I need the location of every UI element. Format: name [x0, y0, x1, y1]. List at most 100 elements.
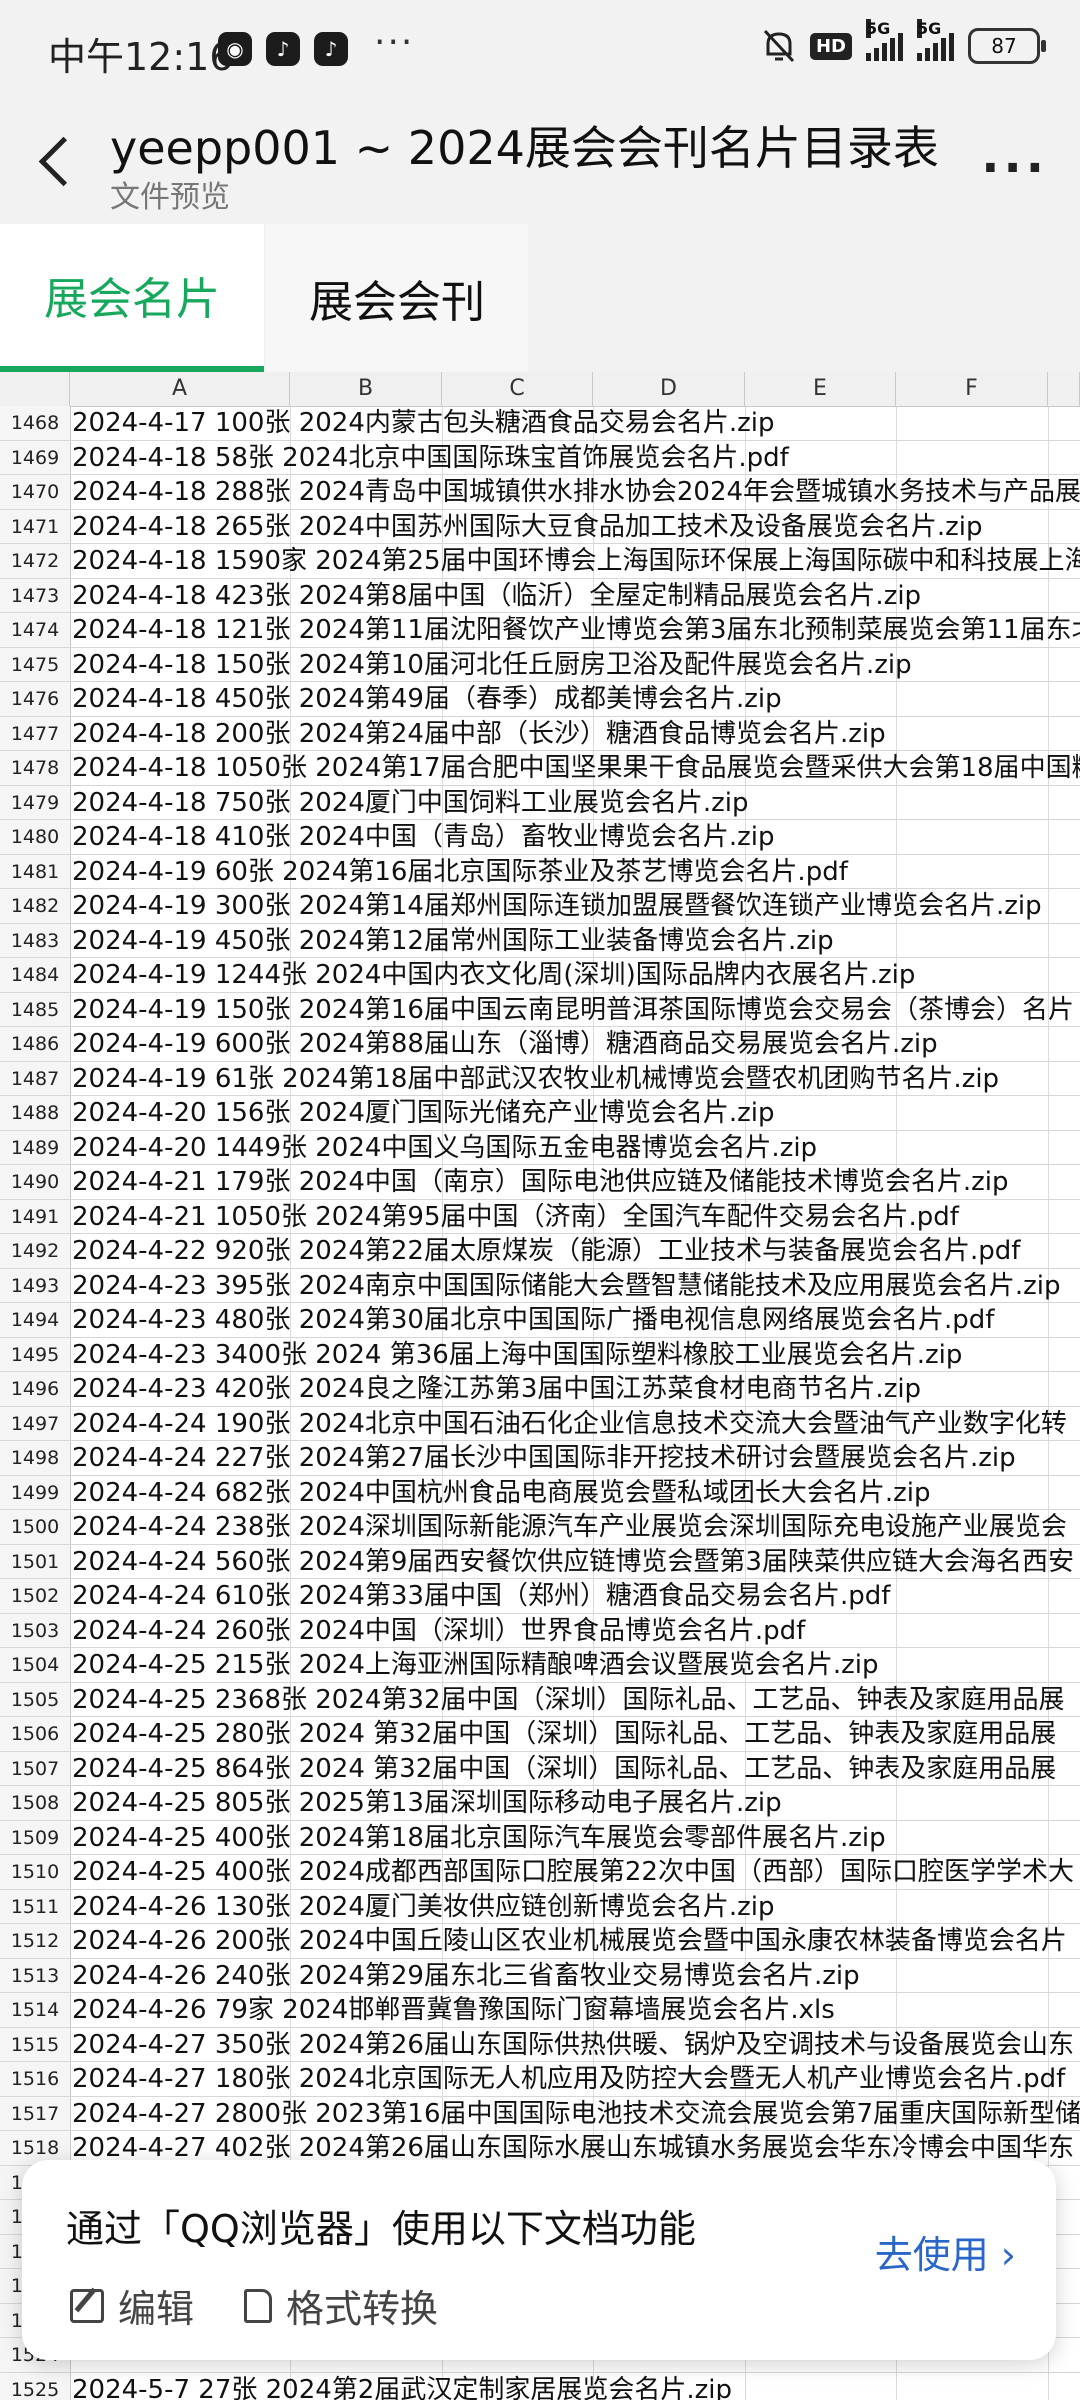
table-row[interactable]: 1481 2024-4-19 60张 2024第16届北京国际茶业及茶艺博览会名片…	[0, 854, 1080, 889]
cell-a[interactable]: 2024-4-19 1244张 2024中国内衣文化周(深圳)国际品牌内衣展名片…	[72, 958, 915, 992]
row-number[interactable]: 1500	[0, 1510, 71, 1544]
row-number[interactable]: 1494	[0, 1303, 71, 1337]
table-row[interactable]: 1497 2024-4-24 190张 2024北京中国石油石化企业信息技术交流大…	[0, 1406, 1080, 1441]
row-number[interactable]: 1481	[0, 854, 71, 888]
row-number[interactable]: 1510	[0, 1855, 71, 1889]
table-row[interactable]: 1525 2024-5-7 27张 2024第2届武汉定制家居展览会名片.zip	[0, 2372, 1080, 2400]
row-number[interactable]: 1525	[0, 2372, 71, 2400]
table-row[interactable]: 1483 2024-4-19 450张 2024第12届常州国际工业装备博览会名片…	[0, 923, 1080, 958]
row-number[interactable]: 1489	[0, 1130, 71, 1164]
table-row[interactable]: 1484 2024-4-19 1244张 2024中国内衣文化周(深圳)国际品牌内…	[0, 958, 1080, 993]
cell-a[interactable]: 2024-4-24 227张 2024第27届长沙中国国际非开挖技术研讨会暨展览…	[72, 1441, 1016, 1475]
table-row[interactable]: 1506 2024-4-25 280张 2024 第32届中国（深圳）国际礼品、工…	[0, 1717, 1080, 1752]
row-number[interactable]: 1470	[0, 475, 71, 509]
table-row[interactable]: 1474 2024-4-18 121张 2024第11届沈阳餐饮产业博览会第3届东…	[0, 613, 1080, 648]
row-number[interactable]: 1490	[0, 1165, 71, 1199]
table-row[interactable]: 1475 2024-4-18 150张 2024第10届河北任丘厨房卫浴及配件展览…	[0, 647, 1080, 682]
row-number[interactable]: 1498	[0, 1441, 71, 1475]
row-number[interactable]: 1496	[0, 1372, 71, 1406]
cell-a[interactable]: 2024-4-25 864张 2024 第32届中国（深圳）国际礼品、工艺品、钟…	[72, 1752, 1056, 1786]
table-row[interactable]: 1477 2024-4-18 200张 2024第24届中部（长沙）糖酒食品博览会…	[0, 716, 1080, 751]
table-row[interactable]: 1501 2024-4-24 560张 2024第9届西安餐饮供应链博览会暨第3届…	[0, 1544, 1080, 1579]
table-row[interactable]: 1499 2024-4-24 682张 2024中国杭州食品电商展览会暨私域团长大…	[0, 1475, 1080, 1510]
row-number[interactable]: 1514	[0, 1993, 71, 2027]
row-number[interactable]: 1508	[0, 1786, 71, 1820]
row-number[interactable]: 1480	[0, 820, 71, 854]
row-number[interactable]: 1477	[0, 716, 71, 750]
table-row[interactable]: 1498 2024-4-24 227张 2024第27届长沙中国国际非开挖技术研讨…	[0, 1441, 1080, 1476]
table-row[interactable]: 1515 2024-4-27 350张 2024第26届山东国际供热供暖、锅炉及空…	[0, 2027, 1080, 2062]
go-use-button[interactable]: 去使用 ›	[875, 2224, 1016, 2279]
cell-a[interactable]: 2024-4-18 423张 2024第8届中国（临沂）全屋定制精品展览会名片.…	[72, 579, 921, 613]
column-header-e[interactable]: E	[745, 372, 896, 406]
table-row[interactable]: 1479 2024-4-18 750张 2024厦门中国饲料工业展览会名片.zip	[0, 785, 1080, 820]
row-number[interactable]: 1475	[0, 647, 71, 681]
row-number[interactable]: 1516	[0, 2062, 71, 2096]
cell-a[interactable]: 2024-4-25 805张 2025第13届深圳国际移动电子展名片.zip	[72, 1786, 782, 1820]
row-number[interactable]: 1473	[0, 578, 71, 612]
table-row[interactable]: 1495 2024-4-23 3400张 2024 第36届上海中国国际塑料橡胶工…	[0, 1337, 1080, 1372]
row-number[interactable]: 1504	[0, 1648, 71, 1682]
table-row[interactable]: 1476 2024-4-18 450张 2024第49届（春季）成都美博会名片.z…	[0, 682, 1080, 717]
row-number[interactable]: 1484	[0, 958, 71, 992]
row-number[interactable]: 1509	[0, 1820, 71, 1854]
table-row[interactable]: 1505 2024-4-25 2368张 2024第32届中国（深圳）国际礼品、工…	[0, 1682, 1080, 1717]
cell-a[interactable]: 2024-4-24 260张 2024中国（深圳）世界食品博览会名片.pdf	[72, 1614, 805, 1648]
table-row[interactable]: 1471 2024-4-18 265张 2024中国苏州国际大豆食品加工技术及设备…	[0, 509, 1080, 544]
cell-a[interactable]: 2024-4-23 395张 2024南京中国国际储能大会暨智慧储能技术及应用展…	[72, 1269, 1061, 1303]
table-row[interactable]: 1517 2024-4-27 2800张 2023第16届中国国际电池技术交流会展…	[0, 2096, 1080, 2131]
more-options-button[interactable]: ···	[981, 140, 1048, 196]
cell-a[interactable]: 2024-4-18 121张 2024第11届沈阳餐饮产业博览会第3届东北预制菜…	[72, 613, 1080, 647]
cell-a[interactable]: 2024-4-27 2800张 2023第16届中国国际电池技术交流会展览会第7…	[72, 2097, 1080, 2131]
table-row[interactable]: 1482 2024-4-19 300张 2024第14届郑州国际连锁加盟展暨餐饮连…	[0, 889, 1080, 924]
row-number[interactable]: 1487	[0, 1061, 71, 1095]
cell-a[interactable]: 2024-4-17 100张 2024内蒙古包头糖酒食品交易会名片.zip	[72, 406, 775, 440]
row-number[interactable]: 1511	[0, 1889, 71, 1923]
table-row[interactable]: 1493 2024-4-23 395张 2024南京中国国际储能大会暨智慧储能技术…	[0, 1268, 1080, 1303]
cell-a[interactable]: 2024-4-18 265张 2024中国苏州国际大豆食品加工技术及设备展览会名…	[72, 510, 983, 544]
row-number[interactable]: 1495	[0, 1337, 71, 1371]
table-row[interactable]: 1486 2024-4-19 600张 2024第88届山东（淄博）糖酒商品交易展…	[0, 1027, 1080, 1062]
column-header-d[interactable]: D	[593, 372, 745, 406]
cell-a[interactable]: 2024-4-18 1050张 2024第17届合肥中国坚果果干食品展览会暨采供…	[72, 751, 1080, 785]
table-row[interactable]: 1512 2024-4-26 200张 2024中国丘陵山区农业机械展览会暨中国永…	[0, 1924, 1080, 1959]
cell-a[interactable]: 2024-4-18 1590家 2024第25届中国环博会上海国际环保展上海国际…	[72, 544, 1080, 578]
row-number[interactable]: 1483	[0, 923, 71, 957]
table-row[interactable]: 1503 2024-4-24 260张 2024中国（深圳）世界食品博览会名片.p…	[0, 1613, 1080, 1648]
cell-a[interactable]: 2024-4-23 3400张 2024 第36届上海中国国际塑料橡胶工业展览会…	[72, 1338, 962, 1372]
row-number[interactable]: 1478	[0, 751, 71, 785]
row-number[interactable]: 1505	[0, 1682, 71, 1716]
table-row[interactable]: 1508 2024-4-25 805张 2025第13届深圳国际移动电子展名片.z…	[0, 1786, 1080, 1821]
cell-a[interactable]: 2024-4-24 610张 2024第33届中国（郑州）糖酒食品交易会名片.p…	[72, 1579, 890, 1613]
table-row[interactable]: 1490 2024-4-21 179张 2024中国（南京）国际电池供应链及储能技…	[0, 1165, 1080, 1200]
cell-a[interactable]: 2024-4-19 300张 2024第14届郑州国际连锁加盟展暨餐饮连锁产业博…	[72, 889, 1042, 923]
row-number[interactable]: 1513	[0, 1958, 71, 1992]
table-row[interactable]: 1509 2024-4-25 400张 2024第18届北京国际汽车展览会零部件展…	[0, 1820, 1080, 1855]
cell-a[interactable]: 2024-4-18 450张 2024第49届（春季）成都美博会名片.zip	[72, 682, 782, 716]
row-number[interactable]: 1497	[0, 1406, 71, 1440]
column-header-b[interactable]: B	[290, 372, 442, 406]
cell-a[interactable]: 2024-4-20 156张 2024厦门国际光储充产业博览会名片.zip	[72, 1096, 775, 1130]
format-convert-action[interactable]: 格式转换	[244, 2278, 438, 2333]
row-number[interactable]: 1512	[0, 1924, 71, 1958]
cell-a[interactable]: 2024-4-18 58张 2024北京中国国际珠宝首饰展览会名片.pdf	[72, 441, 789, 475]
column-header-g[interactable]	[1048, 372, 1080, 406]
table-row[interactable]: 1492 2024-4-22 920张 2024第22届太原煤炭（能源）工业技术与…	[0, 1234, 1080, 1269]
row-number[interactable]: 1515	[0, 2027, 71, 2061]
column-header-c[interactable]: C	[442, 372, 593, 406]
cell-a[interactable]: 2024-4-20 1449张 2024中国义乌国际五金电器博览会名片.zip	[72, 1131, 817, 1165]
cell-a[interactable]: 2024-4-24 560张 2024第9届西安餐饮供应链博览会暨第3届陕菜供应…	[72, 1545, 1074, 1579]
cell-a[interactable]: 2024-4-21 1050张 2024第95届中国（济南）全国汽车配件交易会名…	[72, 1200, 959, 1234]
cell-a[interactable]: 2024-4-25 280张 2024 第32届中国（深圳）国际礼品、工艺品、钟…	[72, 1717, 1056, 1751]
row-number[interactable]: 1474	[0, 613, 71, 647]
cell-a[interactable]: 2024-4-27 350张 2024第26届山东国际供热供暖、锅炉及空调技术与…	[72, 2028, 1074, 2062]
cell-a[interactable]: 2024-4-24 190张 2024北京中国石油石化企业信息技术交流大会暨油气…	[72, 1407, 1067, 1441]
cell-a[interactable]: 2024-4-25 2368张 2024第32届中国（深圳）国际礼品、工艺品、钟…	[72, 1683, 1065, 1717]
column-header-f[interactable]: F	[896, 372, 1048, 406]
cell-a[interactable]: 2024-4-25 215张 2024上海亚洲国际精酿啤酒会议暨展览会名片.zi…	[72, 1648, 879, 1682]
cell-a[interactable]: 2024-4-18 750张 2024厦门中国饲料工业展览会名片.zip	[72, 786, 749, 820]
corner-cell[interactable]	[0, 372, 70, 406]
table-row[interactable]: 1473 2024-4-18 423张 2024第8届中国（临沂）全屋定制精品展览…	[0, 578, 1080, 613]
table-row[interactable]: 1500 2024-4-24 238张 2024深圳国际新能源汽车产业展览会深圳国…	[0, 1510, 1080, 1545]
table-row[interactable]: 1469 2024-4-18 58张 2024北京中国国际珠宝首饰展览会名片.pd…	[0, 440, 1080, 475]
